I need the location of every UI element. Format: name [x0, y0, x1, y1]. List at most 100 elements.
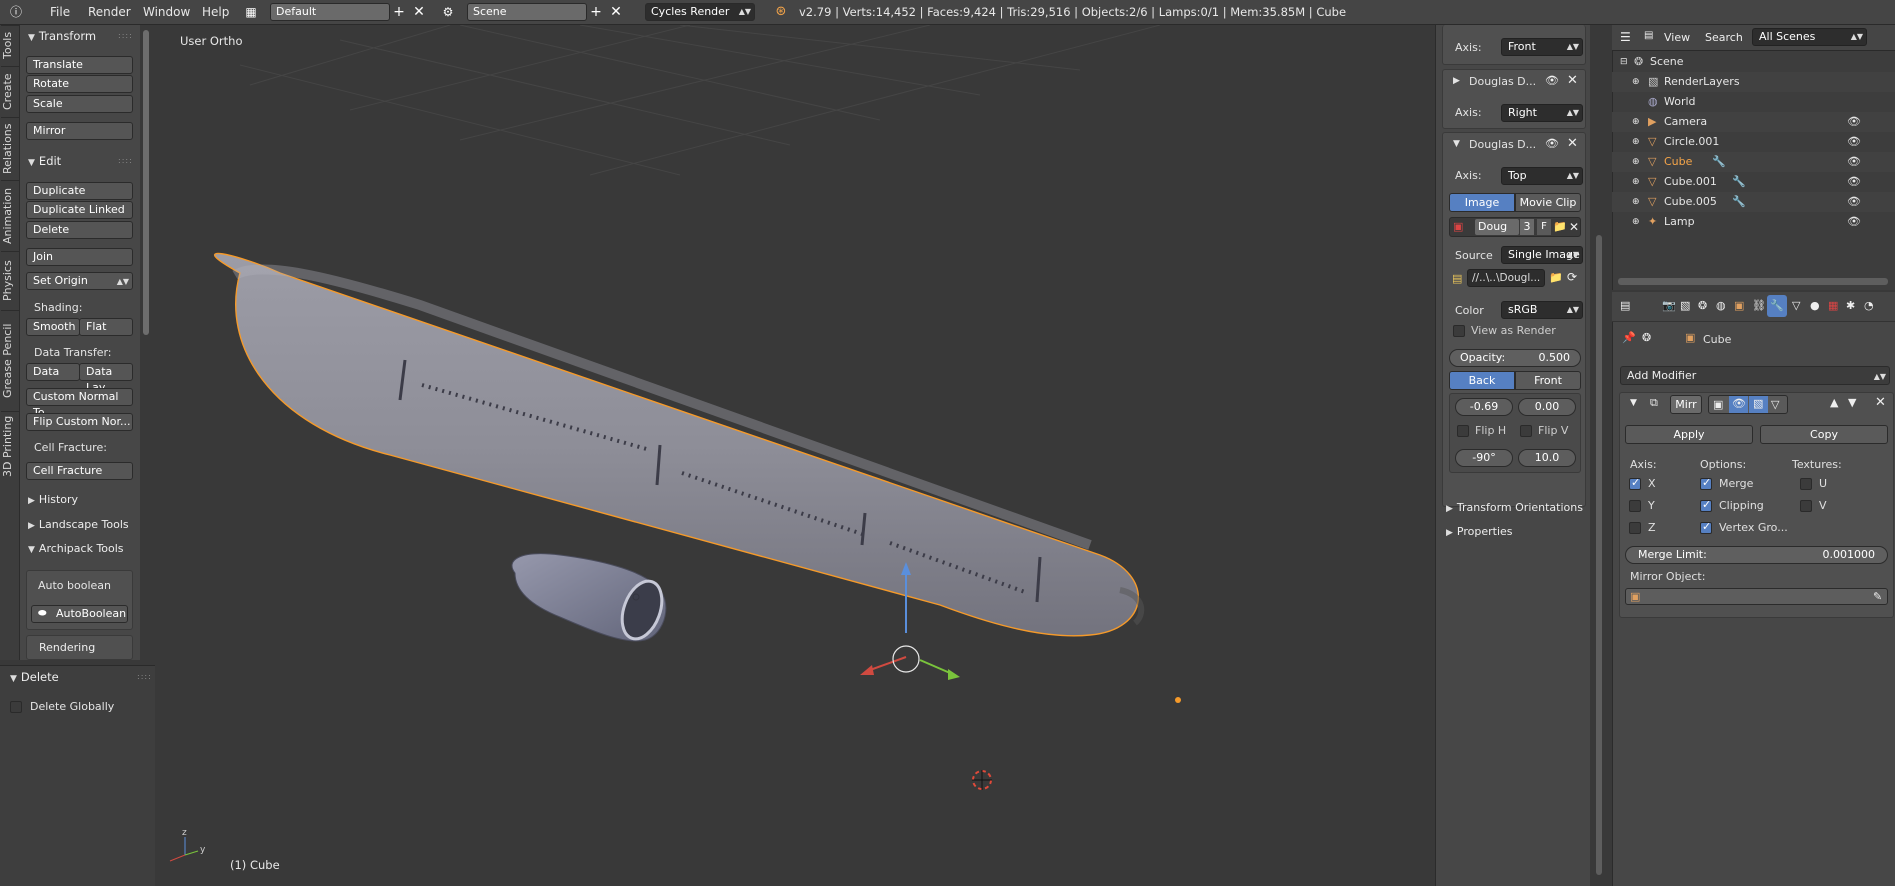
mirror-object-field[interactable]: ▣ ✎ [1625, 588, 1888, 605]
duplicate-linked-button[interactable]: Duplicate Linked [26, 201, 133, 219]
opacity-slider[interactable]: Opacity: 0.500 [1449, 349, 1581, 367]
tab-grease-pencil[interactable]: Grease Pencil [1, 310, 19, 410]
lamp-origin-dot[interactable] [1175, 697, 1181, 703]
flip-custom-normals-button[interactable]: Flip Custom Nor... [26, 413, 133, 431]
collapsed-icon[interactable]: ⊕ [1632, 72, 1640, 92]
modifier-name-field[interactable]: Mirr [1670, 395, 1702, 414]
move-up-icon[interactable]: ▲ [1830, 396, 1838, 409]
tab-create[interactable]: Create [1, 66, 19, 116]
scale-button[interactable]: Scale [26, 95, 133, 113]
scene-tab-icon[interactable]: ❂ [1698, 299, 1707, 312]
flat-button[interactable]: Flat [79, 318, 133, 336]
close-icon[interactable]: ✕ [1567, 136, 1578, 151]
smooth-button[interactable]: Smooth [26, 318, 80, 336]
realtime-icon[interactable]: ▽ [1771, 398, 1779, 411]
operator-panel-header[interactable]: ▼ Delete [10, 670, 59, 684]
modifiers-tab-active[interactable]: 🔧 [1767, 295, 1787, 317]
panel-grip-icon[interactable]: :::: [137, 672, 151, 681]
flip-v-checkbox[interactable] [1520, 425, 1532, 437]
engine-mesh[interactable] [511, 553, 669, 645]
eyedropper-icon[interactable]: ✎ [1873, 590, 1882, 603]
expanded-icon[interactable]: ▼ [1630, 398, 1637, 408]
layout-icon[interactable]: ▦ [243, 3, 259, 21]
scene-field[interactable]: Scene [467, 3, 587, 21]
autoboolean-button[interactable]: ⬬ AutoBoolean [31, 605, 128, 623]
color-space-select[interactable]: sRGB ▲▼ [1501, 301, 1583, 319]
menu-toggle-icon[interactable]: ▤ [1644, 30, 1653, 41]
render-toggle[interactable]: ▧ [1749, 396, 1768, 413]
outliner-row-cube[interactable]: ⊕ ▽ Cube 🔧 👁 [1612, 152, 1895, 172]
particles-tab-icon[interactable]: ✱ [1846, 299, 1855, 312]
open-file-icon[interactable]: 📁 [1549, 271, 1563, 284]
delete-globally-checkbox[interactable] [10, 701, 22, 713]
add-screen-icon[interactable]: + [391, 3, 407, 21]
tab-animation[interactable]: Animation [1, 180, 19, 250]
source-select[interactable]: Single Image ▲▼ [1501, 246, 1583, 264]
visibility-eye-icon[interactable]: 👁 [1847, 212, 1861, 232]
bg3-axis-select[interactable]: Top ▲▼ [1501, 167, 1583, 185]
collapsed-icon[interactable]: ⊕ [1632, 132, 1640, 152]
fuselage-mesh[interactable] [213, 252, 1145, 637]
duplicate-button[interactable]: Duplicate [26, 182, 133, 200]
outliner-view-menu[interactable]: View [1664, 31, 1690, 44]
3d-cursor[interactable] [972, 770, 992, 790]
merge-limit-slider[interactable]: Merge Limit: 0.001000 [1625, 546, 1888, 564]
data-button[interactable]: Data [26, 363, 80, 381]
image-tab[interactable]: Image [1449, 193, 1515, 212]
outliner-row-cube005[interactable]: ⊕ ▽ Cube.005 🔧 👁 [1612, 192, 1895, 212]
outliner-editor-icon[interactable]: ☰ [1620, 30, 1631, 44]
size-field[interactable]: 10.0 [1518, 449, 1576, 467]
landscape-panel-header[interactable]: ▶ Landscape Tools [28, 518, 129, 531]
translate-button[interactable]: Translate [26, 56, 133, 74]
collapsed-icon[interactable]: ⊕ [1632, 212, 1640, 232]
transform-panel-header[interactable]: ▼ Transform [28, 29, 96, 43]
rotate-button[interactable]: Rotate [26, 75, 133, 93]
offset-y-field[interactable]: 0.00 [1518, 398, 1576, 416]
fake-user-toggle[interactable]: F [1537, 219, 1551, 235]
edit-cage-icon[interactable]: ▣ [1713, 398, 1723, 411]
eye-icon[interactable]: 👁 [1545, 137, 1559, 150]
apply-button[interactable]: Apply [1625, 425, 1753, 444]
texture-tab-icon[interactable]: ▦ [1828, 299, 1838, 312]
custom-normal-button[interactable]: Custom Normal To [26, 388, 133, 419]
close-icon[interactable]: ✕ [1875, 395, 1886, 410]
pin-icon[interactable]: 📌 [1622, 331, 1636, 344]
cell-fracture-button[interactable]: Cell Fracture [26, 462, 133, 480]
outliner-h-scrollbar[interactable] [1618, 278, 1888, 285]
outliner-row-world[interactable]: ◍ World [1612, 92, 1895, 112]
properties-panel-header[interactable]: ▶ Properties [1446, 525, 1513, 538]
collapsed-icon[interactable]: ⊕ [1632, 152, 1640, 172]
axis-x-checkbox[interactable] [1629, 476, 1641, 490]
scene-icon[interactable]: ⚙ [440, 3, 456, 21]
outliner-row-renderlayers[interactable]: ⊕ ▧ RenderLayers [1612, 72, 1895, 92]
filepath-field[interactable]: //..\..\Dougl... [1467, 269, 1545, 287]
axis-y-checkbox[interactable] [1629, 500, 1641, 512]
render-engine-select[interactable]: Cycles Render ▲▼ [645, 3, 755, 21]
panel-grip-icon[interactable]: :::: [118, 31, 132, 40]
visibility-eye-icon[interactable]: 👁 [1847, 192, 1861, 212]
toolshelf-scrollbar[interactable] [143, 30, 149, 335]
menu-file[interactable]: File [50, 5, 70, 19]
3d-viewport[interactable]: z y User Ortho (1) Cube [160, 25, 1435, 886]
collapsed-icon[interactable]: ⊕ [1632, 172, 1640, 192]
collapsed-icon[interactable]: ⊕ [1632, 192, 1640, 212]
edit-panel-header[interactable]: ▼ Edit [28, 154, 61, 168]
menu-window[interactable]: Window [143, 5, 190, 19]
join-button[interactable]: Join [26, 248, 133, 266]
movie-clip-tab[interactable]: Movie Clip [1515, 193, 1581, 212]
rendering-box[interactable]: Rendering [26, 635, 133, 660]
outliner-search-menu[interactable]: Search [1705, 31, 1743, 44]
image-name-field[interactable]: Doug [1475, 219, 1519, 235]
visibility-eye-icon[interactable]: 👁 [1847, 152, 1861, 172]
expanded-icon[interactable]: ▼ [1453, 139, 1460, 149]
info-editor-icon[interactable]: ⓘ [8, 3, 24, 21]
properties-editor-icon[interactable]: ▤ [1620, 299, 1630, 312]
close-icon[interactable]: ✕ [1567, 73, 1578, 88]
offset-x-field[interactable]: -0.69 [1455, 398, 1513, 416]
close-icon[interactable]: ✕ [1569, 220, 1579, 234]
visibility-eye-icon[interactable]: 👁 [1847, 132, 1861, 152]
reload-icon[interactable]: ⟳ [1567, 270, 1577, 284]
remove-screen-icon[interactable]: ✕ [411, 3, 427, 21]
move-down-icon[interactable]: ▼ [1848, 396, 1856, 409]
image-browse-icon[interactable]: ▣ [1453, 220, 1463, 233]
